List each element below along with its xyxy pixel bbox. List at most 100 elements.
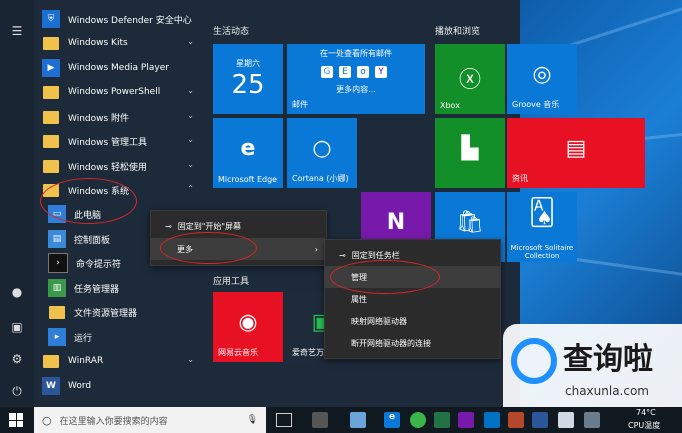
menu-item-label: 固定到任务栏 <box>351 250 400 260</box>
yahoo-icon: Y <box>375 66 387 78</box>
taskbar-app-icon[interactable] <box>350 412 366 428</box>
app-item-label: Windows 轻松使用 <box>68 162 148 173</box>
highlight-oval-manage <box>330 260 440 294</box>
menu-item-pin-start[interactable]: ⊸ 固定到"开始"屏幕 <box>151 215 326 237</box>
tile-edge[interactable]: e Microsoft Edge <box>213 118 283 188</box>
store-icon: 🛍 <box>456 210 484 235</box>
media-player-icon: ▶ <box>42 59 60 77</box>
microphone-icon[interactable]: 🎙 <box>247 415 258 425</box>
context-menu-more: ⊸ 固定到任务栏 管理 属性 映射网络驱动器 断开网络驱动器的连接 <box>324 239 501 359</box>
menu-item-label: 映射网络驱动器 <box>351 316 407 326</box>
app-item-word[interactable]: W Word <box>42 375 202 397</box>
tile-cortana[interactable]: ○ Cortana (小娜) <box>287 118 357 188</box>
menu-item-disconnect-drive[interactable]: 断开网络驱动器的连接 <box>325 332 500 354</box>
app-item-label: Windows Defender 安全中心 <box>68 15 192 26</box>
cpu-temp-value: 74°C <box>636 408 656 417</box>
app-item-powershell[interactable]: Windows PowerShell ⌄ <box>42 81 202 103</box>
app-item-label: 控制面板 <box>74 235 111 246</box>
outlook-icon[interactable] <box>484 412 500 428</box>
mail-icon[interactable] <box>558 412 574 428</box>
app-item-file-explorer[interactable]: 文件资源管理器 <box>48 301 208 323</box>
mail-app-icons: G E o Y <box>321 66 387 78</box>
app-item-label: 文件资源管理器 <box>74 308 138 319</box>
app-item-winrar[interactable]: WinRAR ⌄ <box>42 350 202 372</box>
taskbar-app-icon[interactable] <box>312 412 328 428</box>
app-item-label: Windows 附件 <box>68 113 130 124</box>
app-item-label: Word <box>68 381 92 391</box>
tile-solitaire[interactable]: 🂡 Microsoft Solitaire Collection <box>507 192 577 262</box>
app-item-label: Windows 管理工具 <box>68 137 148 148</box>
mail-headline: 在一处查看所有邮件 <box>320 49 392 58</box>
windows-start-icon[interactable] <box>9 413 23 427</box>
app-item-label: 命令提示符 <box>76 259 122 270</box>
tile-xbox[interactable]: ⓧ Xbox <box>435 44 505 114</box>
tile-label: 资讯 <box>512 174 528 183</box>
task-view-icon[interactable] <box>276 413 292 427</box>
highlight-oval-more <box>160 232 257 264</box>
outlook-icon: o <box>357 66 369 78</box>
search-placeholder: 在这里输入你要搜索的内容 <box>59 416 168 427</box>
app-item-label: 运行 <box>74 333 93 344</box>
folder-icon <box>42 132 60 150</box>
menu-item-map-drive[interactable]: 映射网络驱动器 <box>325 310 500 332</box>
tile-mail[interactable]: 在一处查看所有邮件 G E o Y 更多内容... 邮件 <box>287 44 425 114</box>
app-item-admin-tools[interactable]: Windows 管理工具 ⌄ <box>42 130 202 152</box>
app-item-label: Windows PowerShell <box>68 87 161 97</box>
app-item-defender[interactable]: ⛨ Windows Defender 安全中心 <box>42 8 202 30</box>
tile-label: Cortana (小娜) <box>292 174 349 183</box>
app-item-label: Windows Kits <box>68 38 128 48</box>
app-item-media-player[interactable]: ▶ Windows Media Player <box>42 57 202 79</box>
chart-icon: ▙ <box>461 136 479 161</box>
settings-gear-icon[interactable]: ⚙ <box>8 350 26 368</box>
start-rail: ☰ ● ▣ ⚙ ⏻ <box>0 0 34 407</box>
watermark-brand: 查询啦 <box>563 342 653 377</box>
app-item-task-manager[interactable]: ▥ 任务管理器 <box>48 277 208 299</box>
taskbar-app-icon[interactable] <box>584 412 600 428</box>
onenote-icon[interactable] <box>458 412 474 428</box>
cmd-icon: › <box>48 253 68 273</box>
groove-music-icon: ◎ <box>532 62 552 87</box>
word-icon[interactable] <box>532 412 548 428</box>
news-icon: ▤ <box>565 136 587 161</box>
power-icon[interactable]: ⏻ <box>8 382 26 400</box>
tile-groove[interactable]: ◎ Groove 音乐 <box>507 44 577 114</box>
folder-icon <box>42 157 60 175</box>
control-panel-icon: ▤ <box>48 230 66 248</box>
watermark: 查询啦 chaxunla.com <box>503 324 682 407</box>
hamburger-icon[interactable]: ☰ <box>8 22 26 40</box>
group-title-apps: 应用工具 <box>213 277 250 287</box>
excel-icon[interactable] <box>434 412 450 428</box>
file-explorer-icon <box>48 303 66 321</box>
folder-icon <box>42 34 60 52</box>
pin-icon: ⊸ <box>165 221 172 231</box>
browser-icon[interactable] <box>410 412 426 428</box>
tile-news[interactable]: ▤ 资讯 <box>507 118 645 188</box>
app-item-run[interactable]: ▸ 运行 <box>48 326 208 348</box>
tile-label: Xbox <box>440 101 460 110</box>
app-item-accessories[interactable]: Windows 附件 ⌄ <box>42 106 202 128</box>
playing-cards-icon: 🂡 <box>528 198 556 228</box>
edge-icon[interactable]: e <box>384 412 400 428</box>
app-item-label: WinRAR <box>68 356 104 366</box>
chevron-down-icon: ⌄ <box>187 37 194 46</box>
tile-finance[interactable]: ▙ <box>435 118 505 188</box>
app-item-label: Windows Media Player <box>68 63 169 73</box>
tile-calendar[interactable]: 星期六 25 <box>213 44 283 114</box>
chevron-down-icon: ⌄ <box>187 355 194 364</box>
netease-music-icon: ◉ <box>238 310 258 335</box>
powerpoint-icon[interactable] <box>508 412 524 428</box>
exchange-icon: E <box>339 66 351 78</box>
tile-netease-music[interactable]: ◉ 网易云音乐 <box>213 292 283 362</box>
menu-item-label: 属性 <box>351 294 367 304</box>
chevron-down-icon: ⌄ <box>187 86 194 95</box>
calendar-weekday: 星期六 <box>236 59 260 68</box>
folder-icon <box>42 108 60 126</box>
app-item-windows-kits[interactable]: Windows Kits ⌄ <box>42 32 202 54</box>
run-icon: ▸ <box>48 328 66 346</box>
user-avatar-icon[interactable]: ● <box>8 283 26 301</box>
taskbar-search-box[interactable]: ○ 在这里输入你要搜索的内容 🎙 <box>34 407 266 433</box>
folder-icon <box>42 352 60 370</box>
chevron-down-icon: ⌄ <box>187 111 194 120</box>
pictures-icon[interactable]: ▣ <box>8 318 26 336</box>
app-item-ease-of-access[interactable]: Windows 轻松使用 ⌄ <box>42 155 202 177</box>
